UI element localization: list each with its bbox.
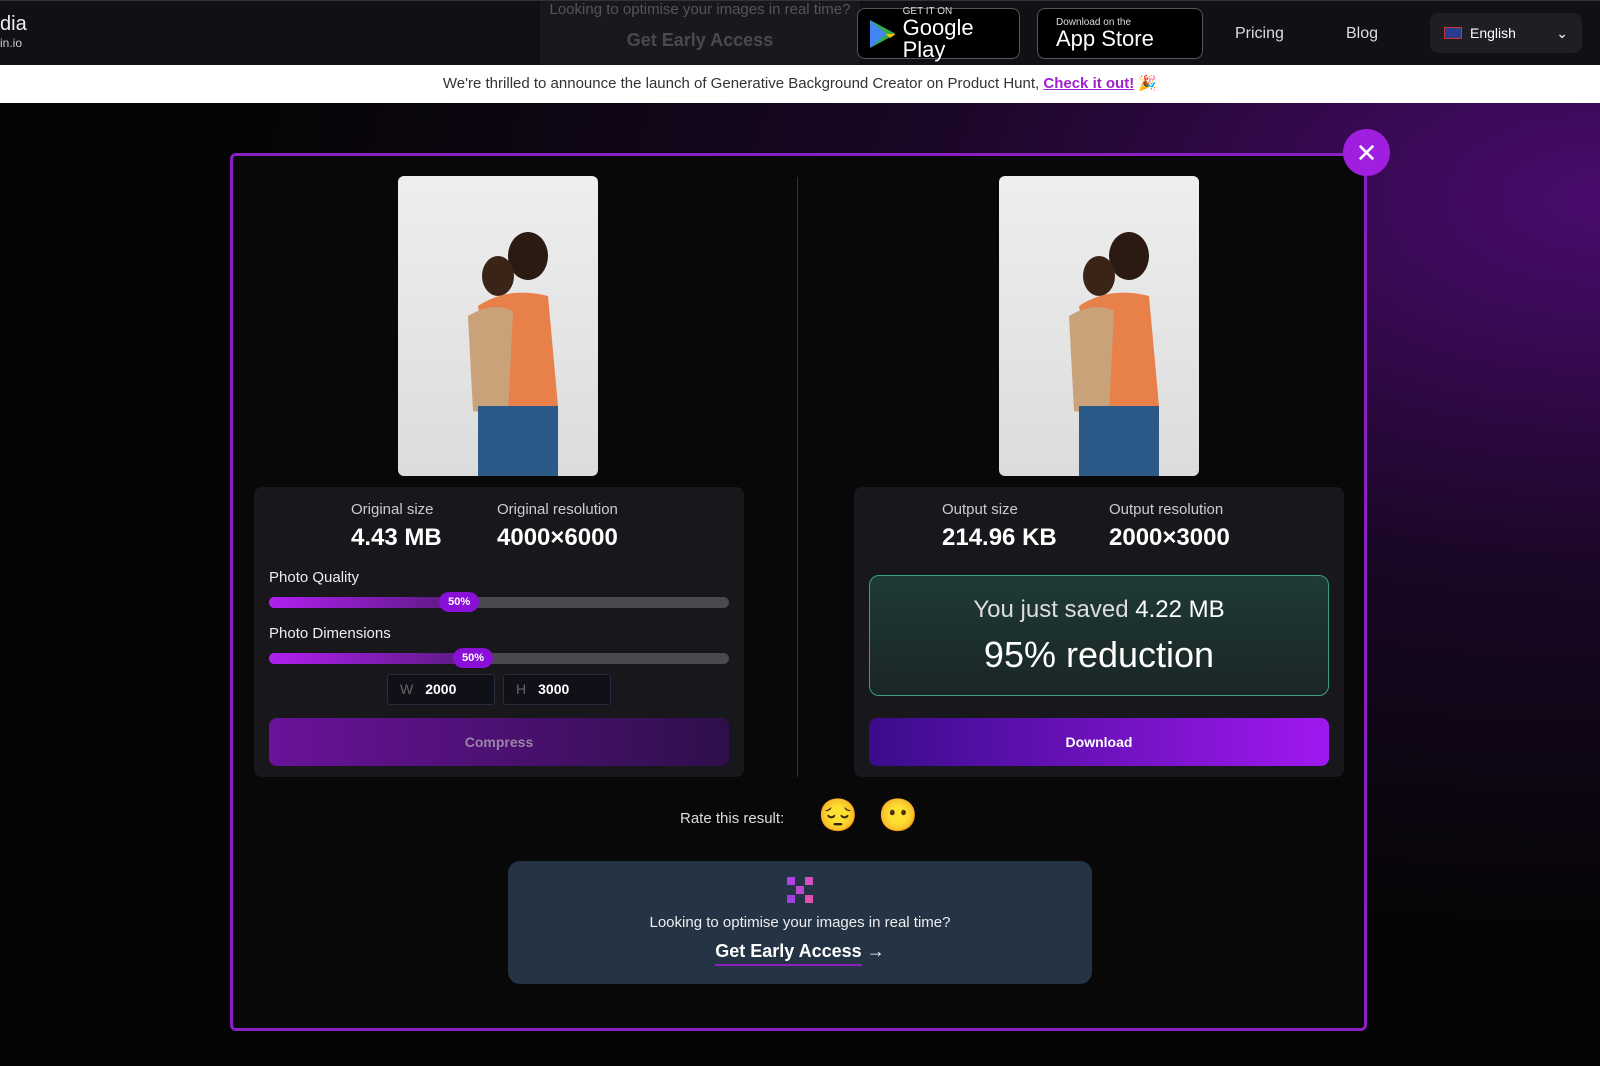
- output-size: 214.96 KB: [942, 524, 1057, 551]
- original-resolution: 4000×6000: [497, 524, 618, 551]
- logo[interactable]: dia in.io: [0, 13, 27, 50]
- output-panel: Output size 214.96 KB Output resolution 20…: [854, 487, 1344, 777]
- width-input[interactable]: W 2000: [387, 674, 495, 705]
- chevron-down-icon: ⌄: [1556, 24, 1568, 41]
- savings-box: You just saved 4.22 MB 95% reduction: [869, 575, 1329, 696]
- promo-card: Looking to optimise your images in real …: [508, 861, 1092, 984]
- output-resolution: 2000×3000: [1109, 524, 1230, 551]
- height-input[interactable]: H 3000: [503, 674, 611, 705]
- close-icon: ✕: [1355, 137, 1378, 168]
- arrow-right-icon: →: [866, 941, 885, 961]
- rating-sad-button[interactable]: 😔: [818, 796, 858, 834]
- divider: [797, 177, 798, 777]
- top-navbar: dia in.io Looking to optimise your images…: [0, 0, 1600, 65]
- google-play-icon: [870, 19, 895, 48]
- compress-button[interactable]: Compress: [269, 718, 729, 766]
- download-button[interactable]: Download: [869, 718, 1329, 766]
- get-early-access-link[interactable]: Get Early Access →: [508, 941, 1092, 966]
- original-size: 4.43 MB: [351, 524, 442, 551]
- app-store-button[interactable]: Download on the App Store: [1037, 8, 1203, 59]
- nav-blog[interactable]: Blog: [1346, 25, 1378, 43]
- rating-neutral-button[interactable]: 😶: [878, 796, 918, 834]
- nav-pricing[interactable]: Pricing: [1235, 25, 1284, 43]
- dimensions-slider[interactable]: 50%: [269, 648, 729, 668]
- party-icon: 🎉: [1138, 75, 1158, 92]
- original-photo: [398, 176, 598, 476]
- original-panel: Original size 4.43 MB Original resolution…: [254, 487, 744, 777]
- output-photo: [999, 176, 1199, 476]
- google-play-button[interactable]: GET IT ON Google Play: [857, 6, 1020, 61]
- announcement-banner: We're thrilled to announce the launch of…: [0, 65, 1600, 103]
- uk-flag-icon: [1444, 27, 1462, 39]
- reduction-percent: 95% reduction: [983, 634, 1215, 675]
- brand-icon: [787, 877, 813, 903]
- header-promo: Looking to optimise your images in real …: [540, 1, 860, 65]
- close-button[interactable]: ✕: [1343, 129, 1390, 176]
- quality-slider[interactable]: 50%: [269, 592, 729, 612]
- rate-label: Rate this result:: [680, 810, 785, 827]
- check-it-out-link[interactable]: Check it out!: [1043, 75, 1134, 92]
- language-select[interactable]: English ⌄: [1430, 13, 1582, 53]
